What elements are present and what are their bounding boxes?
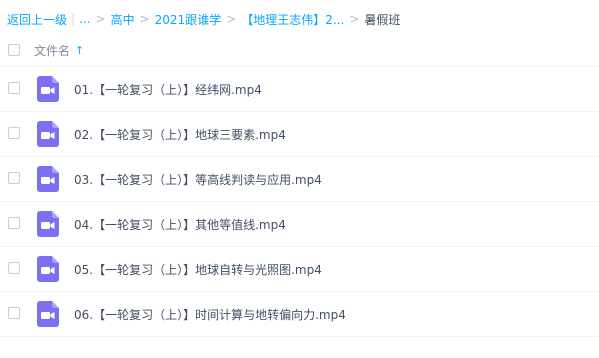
row-checkbox[interactable] <box>8 307 20 319</box>
video-file-icon <box>37 121 59 147</box>
breadcrumb-item-gaozhong[interactable]: 高中 <box>111 11 135 28</box>
breadcrumb-item-dili[interactable]: 【地理王志伟】2... <box>241 11 344 28</box>
file-name[interactable]: 06.【一轮复习（上）】时间计算与地转偏向力.mp4 <box>74 306 346 323</box>
row-checkbox[interactable] <box>8 82 20 94</box>
arrow-up-icon[interactable]: ↑ <box>75 44 84 57</box>
breadcrumb-divider: | <box>71 12 76 26</box>
breadcrumb: 返回上一级 | ... > 高中 > 2021跟谁学 > 【地理王志伟】2...… <box>7 9 400 29</box>
breadcrumb-separator: > <box>349 12 360 26</box>
file-name[interactable]: 05.【一轮复习（上）】地球自转与光照图.mp4 <box>74 261 322 278</box>
column-header-filename[interactable]: 文件名 ↑ <box>34 42 84 59</box>
video-file-icon <box>37 76 59 102</box>
back-link[interactable]: 返回上一级 <box>7 11 67 28</box>
breadcrumb-current: 暑假班 <box>364 12 401 27</box>
file-row[interactable]: 05.【一轮复习（上）】地球自转与光照图.mp4 <box>0 247 599 292</box>
breadcrumb-item-2021[interactable]: 2021跟谁学 <box>155 11 222 28</box>
row-checkbox[interactable] <box>8 172 20 184</box>
select-all-checkbox[interactable] <box>8 44 20 56</box>
file-list-header: 文件名 ↑ <box>0 34 599 67</box>
row-checkbox[interactable] <box>8 217 20 229</box>
video-file-icon <box>37 256 59 282</box>
breadcrumb-separator: > <box>95 12 106 26</box>
file-name[interactable]: 03.【一轮复习（上）】等高线判读与应用.mp4 <box>74 171 322 188</box>
file-name[interactable]: 02.【一轮复习（上）】地球三要素.mp4 <box>74 126 286 143</box>
breadcrumb-ellipsis[interactable]: ... <box>79 12 90 26</box>
breadcrumb-separator: > <box>139 12 150 26</box>
file-row[interactable]: 03.【一轮复习（上）】等高线判读与应用.mp4 <box>0 157 599 202</box>
file-row[interactable]: 06.【一轮复习（上）】时间计算与地转偏向力.mp4 <box>0 292 599 337</box>
row-checkbox[interactable] <box>8 127 20 139</box>
video-file-icon <box>37 301 59 327</box>
column-label: 文件名 <box>34 44 71 58</box>
file-row[interactable]: 04.【一轮复习（上）】其他等值线.mp4 <box>0 202 599 247</box>
row-checkbox[interactable] <box>8 262 20 274</box>
breadcrumb-separator: > <box>226 12 237 26</box>
file-name[interactable]: 01.【一轮复习（上）】经纬网.mp4 <box>74 81 262 98</box>
video-file-icon <box>37 211 59 237</box>
video-file-icon <box>37 166 59 192</box>
file-row[interactable]: 02.【一轮复习（上）】地球三要素.mp4 <box>0 112 599 157</box>
file-name[interactable]: 04.【一轮复习（上）】其他等值线.mp4 <box>74 216 286 233</box>
file-row[interactable]: 01.【一轮复习（上）】经纬网.mp4 <box>0 67 599 112</box>
